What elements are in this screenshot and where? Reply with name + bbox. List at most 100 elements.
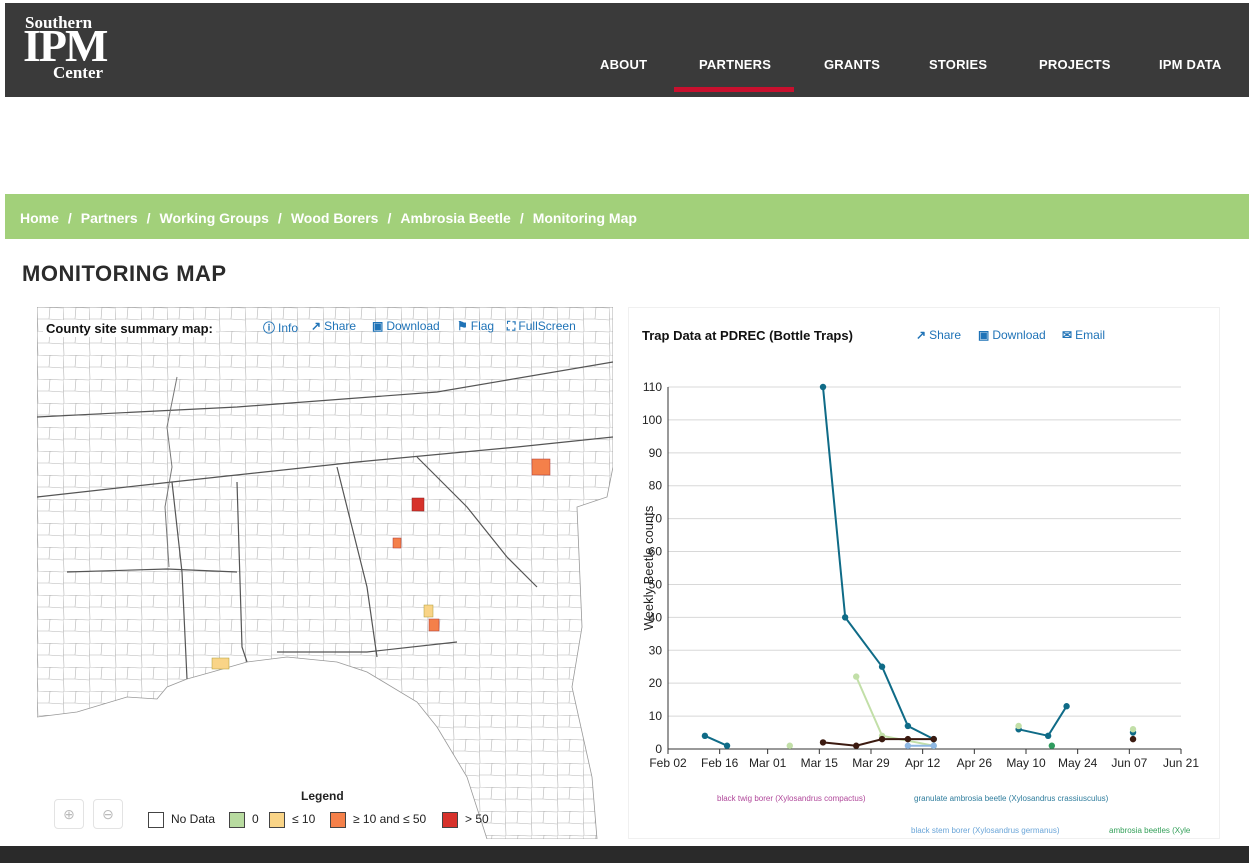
map-title: County site summary map: <box>43 320 216 337</box>
county-highlight[interactable] <box>423 604 434 618</box>
legend-swatch <box>330 812 346 828</box>
map-fullscreen-label: FullScreen <box>518 319 576 333</box>
y-tick-label: 10 <box>649 709 663 723</box>
x-tick-label: Mar 15 <box>801 756 839 770</box>
series-line <box>822 386 935 740</box>
county-highlight[interactable] <box>211 657 230 670</box>
nav-partners[interactable]: PARTNERS <box>699 57 771 77</box>
data-point <box>819 383 827 391</box>
breadcrumb-wood-borers[interactable]: Wood Borers <box>291 210 379 226</box>
chart-legend-label: black twig borer (Xylosandrus compactus) <box>717 794 866 803</box>
x-tick-label: May 24 <box>1058 756 1098 770</box>
x-tick-label: Apr 26 <box>957 756 993 770</box>
data-point <box>1063 703 1070 710</box>
map-download-label: Download <box>386 319 440 333</box>
nav-grants[interactable]: GRANTS <box>824 57 880 77</box>
site-header: Southern IPM Center <box>5 3 1249 97</box>
map-info-button[interactable]: ⓘ Info <box>263 319 298 336</box>
map-flag-label: Flag <box>470 319 495 333</box>
county-highlight[interactable] <box>392 537 402 549</box>
map-share-button[interactable]: ↗ Share <box>311 319 356 333</box>
chart-download-label: Download <box>992 328 1046 342</box>
legend-swatch <box>269 812 285 828</box>
chart-download-button[interactable]: ▣ Download <box>978 328 1046 342</box>
x-tick-label: Feb 02 <box>649 756 687 770</box>
data-point <box>853 742 860 749</box>
breadcrumb-ambrosia-beetle[interactable]: Ambrosia Beetle <box>400 210 510 226</box>
breadcrumb-working-groups[interactable]: Working Groups <box>160 210 269 226</box>
data-point <box>1129 726 1137 733</box>
chart-email-button[interactable]: ✉ Email <box>1062 328 1105 342</box>
county-highlight[interactable] <box>531 458 551 476</box>
chart-share-label: Share <box>929 328 962 342</box>
y-tick-label: 20 <box>649 676 663 690</box>
map-share-label: Share <box>324 319 357 333</box>
zoom-out-button[interactable]: ⊖ <box>93 799 123 829</box>
legend-label: ≥ 10 and ≤ 50 <box>353 812 427 827</box>
breadcrumb-separator: / <box>519 210 524 226</box>
email-icon: ✉ <box>1062 328 1073 342</box>
breadcrumb-current: Monitoring Map <box>532 210 637 226</box>
nav-ipm-data[interactable]: IPM DATA <box>1159 57 1222 77</box>
series-line <box>1018 705 1068 737</box>
legend-swatch <box>442 812 458 828</box>
x-tick-label: Jun 07 <box>1111 756 1147 770</box>
nav-about[interactable]: ABOUT <box>600 57 647 77</box>
trap-data-line-chart[interactable]: 0102030405060708090100110Feb 02 Feb 16 Mar… <box>629 368 1219 838</box>
y-tick-label: 110 <box>643 380 662 394</box>
data-point <box>904 722 912 730</box>
share-icon: ↗ <box>311 319 322 333</box>
data-point <box>841 614 849 621</box>
data-point <box>1044 732 1052 740</box>
map-flag-button[interactable]: ⚑ Flag <box>457 319 494 333</box>
data-point <box>819 739 827 746</box>
chart-title: Trap Data at PDREC (Bottle Traps) <box>642 328 853 343</box>
chart-share-button[interactable]: ↗ Share <box>916 328 961 342</box>
map-fullscreen-button[interactable]: ⛶ FullScreen <box>507 319 576 334</box>
x-tick-label: Apr 12 <box>905 756 941 770</box>
county-highlight[interactable] <box>411 497 425 512</box>
zoom-out-icon: ⊖ <box>102 806 114 822</box>
fullscreen-icon: ⛶ <box>507 319 516 333</box>
breadcrumb-partners[interactable]: Partners <box>81 210 138 226</box>
y-tick-label: 100 <box>642 413 662 427</box>
data-point <box>878 663 886 670</box>
breadcrumb-separator: / <box>146 210 151 226</box>
nav-active-indicator <box>674 87 794 92</box>
breadcrumb: Home / Partners / Working Groups / Wood Borers… <box>5 194 1249 239</box>
data-point <box>930 742 937 749</box>
breadcrumb-separator: / <box>277 210 282 226</box>
chart-legend-label: ambrosia beetles (Xyle <box>1109 826 1191 835</box>
data-point <box>930 735 937 743</box>
chart-legend-label: granulate ambrosia beetle (Xylosandrus c… <box>914 794 1109 803</box>
data-point <box>904 735 912 743</box>
county-map-panel[interactable]: County site summary map: ⓘ Info ↗ Share ▣ D… <box>37 307 613 839</box>
y-tick-label: 30 <box>649 643 663 657</box>
data-point <box>786 742 793 749</box>
county-map[interactable] <box>37 307 613 839</box>
legend-zero: 0 <box>229 812 259 828</box>
nav-projects[interactable]: PROJECTS <box>1039 57 1111 77</box>
county-highlight[interactable] <box>428 618 440 632</box>
x-tick-label: Mar 29 <box>852 756 890 770</box>
data-point <box>1048 742 1056 749</box>
legend-label: > 50 <box>465 812 489 827</box>
zoom-in-button[interactable]: ⊕ <box>54 799 84 829</box>
data-point <box>1015 722 1022 730</box>
chart-legend-label: black stem borer (Xylosandrus germanus) <box>911 826 1060 835</box>
image-icon: ▣ <box>978 328 990 342</box>
logo-line-3: Center <box>53 63 104 82</box>
image-icon: ▣ <box>372 319 384 333</box>
map-info-label: Info <box>278 321 299 335</box>
chart-email-label: Email <box>1075 328 1106 342</box>
nav-stories[interactable]: STORIES <box>929 57 987 77</box>
breadcrumb-separator: / <box>67 210 72 226</box>
data-point <box>853 673 860 680</box>
legend-10-to-50: ≥ 10 and ≤ 50 <box>330 812 426 828</box>
x-tick-label: Mar 01 <box>749 756 787 770</box>
map-download-button[interactable]: ▣ Download <box>372 319 440 333</box>
breadcrumb-home[interactable]: Home <box>20 210 59 226</box>
data-point <box>878 735 886 743</box>
map-legend-title: Legend <box>301 789 344 803</box>
series-line <box>704 734 728 747</box>
